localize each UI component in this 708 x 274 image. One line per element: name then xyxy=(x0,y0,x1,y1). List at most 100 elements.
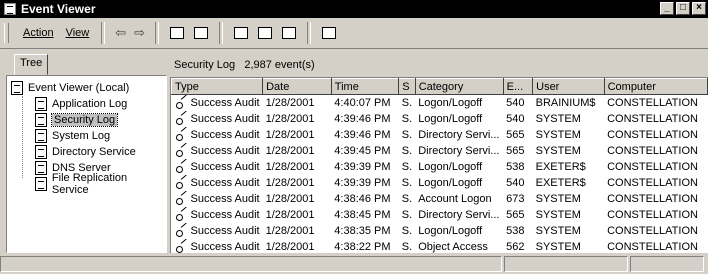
table-row[interactable]: Success Audit 1/28/2001 4:39:46 PM S. Logon/… xyxy=(172,111,708,127)
success-audit-key-icon xyxy=(175,129,189,142)
column-header-category[interactable]: Category xyxy=(414,78,504,95)
table-cell: 1/28/2001 xyxy=(265,145,315,157)
menu-view[interactable]: View xyxy=(60,27,96,39)
export-list-icon[interactable] xyxy=(280,24,298,42)
help-icon[interactable] xyxy=(320,24,338,42)
table-cell: 4:39:46 PM xyxy=(334,113,391,125)
table-cell: 4:38:46 PM xyxy=(334,193,391,205)
table-cell: 565 xyxy=(506,145,525,157)
table-cell: CONSTELLATION xyxy=(607,193,698,205)
table-cell: 1/28/2001 xyxy=(265,193,315,205)
minimize-button[interactable]: _ xyxy=(660,2,674,15)
tree-root[interactable]: Event Viewer (Local) xyxy=(11,80,129,96)
table-row[interactable]: Success Audit 1/28/2001 4:39:39 PM S. Logon/… xyxy=(172,175,708,191)
cell-type: Success Audit xyxy=(172,223,263,239)
back-arrow-icon[interactable]: ⇦ xyxy=(115,25,126,41)
toolbar-grip[interactable] xyxy=(4,23,9,43)
cell-type: Success Audit xyxy=(172,207,263,223)
success-audit-key-icon xyxy=(175,161,189,174)
column-header-time[interactable]: Time xyxy=(330,78,400,95)
menu-toolbar: Action View ⇦ ⇨ xyxy=(0,18,708,49)
event-viewer-root-icon xyxy=(11,81,23,95)
table-row[interactable]: Success Audit 1/28/2001 4:40:07 PM S. Logon/… xyxy=(172,95,708,112)
table-cell: BRAINIUM$ xyxy=(535,97,596,109)
details-pane: Security Log 2,987 event(s) Type Date Ti… xyxy=(170,55,708,253)
up-one-level-icon[interactable] xyxy=(168,24,186,42)
column-header-computer[interactable]: Computer xyxy=(603,78,708,95)
log-icon xyxy=(35,145,47,159)
table-row[interactable]: Success Audit 1/28/2001 4:39:45 PM S. Direct… xyxy=(172,143,708,159)
event-viewer-app-icon[interactable] xyxy=(4,3,16,15)
forward-arrow-icon[interactable]: ⇨ xyxy=(134,25,145,41)
column-header-type[interactable]: Type xyxy=(171,78,264,95)
log-icon xyxy=(35,129,47,143)
success-audit-key-icon xyxy=(175,177,189,190)
table-cell: 4:39:46 PM xyxy=(334,129,391,141)
title-bar[interactable]: Event Viewer _ □ × xyxy=(0,0,708,18)
tree-item-directory-service[interactable]: Directory Service xyxy=(35,144,136,160)
tree-item-application-log[interactable]: Application Log xyxy=(35,96,127,112)
tree-item-label: System Log xyxy=(52,130,111,142)
table-cell: CONSTELLATION xyxy=(607,177,698,189)
table-cell: Directory Servi... xyxy=(418,145,500,157)
event-count: 2,987 event(s) xyxy=(244,59,315,71)
log-icon xyxy=(35,97,47,111)
cell-type-text: Success Audit xyxy=(190,144,260,157)
table-row[interactable]: Success Audit 1/28/2001 4:38:45 PM S. Direct… xyxy=(172,207,708,223)
table-cell: Object Access xyxy=(418,241,488,253)
column-header-event[interactable]: E... xyxy=(502,78,534,95)
table-cell: CONSTELLATION xyxy=(607,113,698,125)
cell-type: Success Audit xyxy=(172,159,263,175)
table-row[interactable]: Success Audit 1/28/2001 4:38:35 PM S. Logon/… xyxy=(172,223,708,239)
log-icon xyxy=(35,177,47,191)
log-icon xyxy=(35,113,47,127)
tree-item-file-replication-service[interactable]: File Replication Service xyxy=(35,172,166,196)
close-button[interactable]: × xyxy=(692,2,706,15)
table-cell: S. xyxy=(401,97,413,109)
status-panel xyxy=(504,256,628,272)
tab-tree[interactable]: Tree xyxy=(14,54,49,75)
table-cell: CONSTELLATION xyxy=(607,241,698,253)
table-row[interactable]: Success Audit 1/28/2001 4:38:46 PM S. Accoun… xyxy=(172,191,708,207)
table-cell: Account Logon xyxy=(418,193,492,205)
show-hide-tree-icon[interactable] xyxy=(192,24,210,42)
table-row[interactable]: Success Audit 1/28/2001 4:38:22 PM S. Object… xyxy=(172,239,708,253)
column-header-source[interactable]: S xyxy=(398,78,416,95)
cell-type: Success Audit xyxy=(172,143,263,159)
refresh-icon[interactable] xyxy=(256,24,274,42)
table-cell: 1/28/2001 xyxy=(265,97,315,109)
column-header-user[interactable]: User xyxy=(532,78,605,95)
tree-item-system-log[interactable]: System Log xyxy=(35,128,110,144)
menu-action[interactable]: Action xyxy=(17,27,60,39)
window-title: Event Viewer xyxy=(21,2,96,16)
tree-pane[interactable]: Event Viewer (Local) Application Log Sec… xyxy=(6,75,167,253)
success-audit-key-icon xyxy=(175,193,189,206)
table-cell: S. xyxy=(401,209,413,221)
table-cell: SYSTEM xyxy=(535,193,581,205)
table-cell: Logon/Logoff xyxy=(418,113,483,125)
column-header-date[interactable]: Date xyxy=(262,78,332,95)
status-panel xyxy=(630,256,704,272)
table-cell: CONSTELLATION xyxy=(607,129,698,141)
properties-icon[interactable] xyxy=(232,24,250,42)
cell-type: Success Audit xyxy=(172,175,263,191)
toolbar-separator xyxy=(155,22,160,44)
table-row[interactable]: Success Audit 1/28/2001 4:39:46 PM S. Direct… xyxy=(172,127,708,143)
cell-type-text: Success Audit xyxy=(190,128,260,141)
table-cell: 4:39:45 PM xyxy=(334,145,391,157)
log-name: Security Log xyxy=(174,59,236,71)
table-cell: 565 xyxy=(506,209,525,221)
maximize-button[interactable]: □ xyxy=(676,2,690,15)
event-list[interactable]: Type Date Time S Category E... User Comp… xyxy=(170,77,708,253)
success-audit-key-icon xyxy=(175,145,189,158)
table-cell: 540 xyxy=(506,113,525,125)
table-cell: 1/28/2001 xyxy=(265,161,315,173)
table-cell: 4:39:39 PM xyxy=(334,161,391,173)
table-cell: S. xyxy=(401,161,413,173)
tree-item-security-log[interactable]: Security Log xyxy=(35,112,119,128)
table-cell: 4:39:39 PM xyxy=(334,177,391,189)
log-icon xyxy=(35,161,47,175)
success-audit-key-icon xyxy=(175,97,189,110)
table-row[interactable]: Success Audit 1/28/2001 4:39:39 PM S. Logon/… xyxy=(172,159,708,175)
table-cell: 1/28/2001 xyxy=(265,113,315,125)
